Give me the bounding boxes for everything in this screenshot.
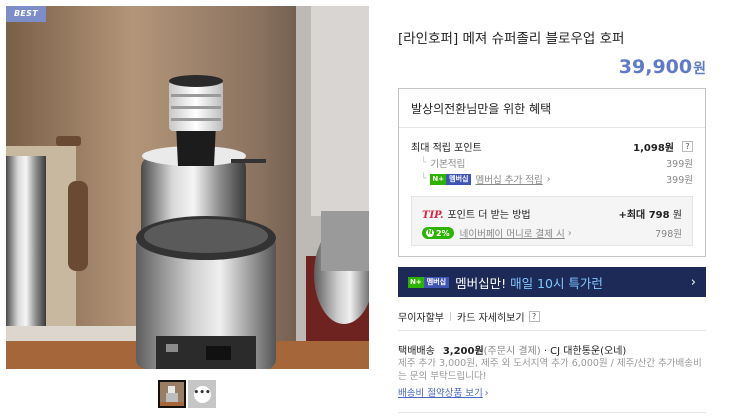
shipping-label: 택배배송 (398, 346, 435, 357)
shipping-fee: 3,200원 (442, 346, 484, 357)
divider (450, 312, 451, 321)
product-price: 39,900원 (619, 56, 706, 78)
thumbnail-photo[interactable] (158, 380, 186, 408)
benefits-panel: 발상의전환님만을 위한 혜택 최대 적립 포인트 1,098원? └ 기본적립 3… (398, 88, 706, 257)
max-points-row: 최대 적립 포인트 1,098원? (411, 139, 693, 154)
shipping-row: 택배배송 3,200원(주문시 결제) · CJ 대한통운(오네) (398, 342, 626, 357)
thumbnail-image (160, 382, 184, 406)
benefits-header: 발상의전환님만을 위한 혜택 (399, 89, 705, 128)
shipping-note: 제주 추가 3,000원, 제주 외 도서지역 추가 6,000원 / 제주/산… (398, 358, 702, 382)
product-main-image[interactable]: BEST (6, 6, 369, 369)
npay-money-link[interactable]: 네이버페이 머니로 결제 시 (460, 226, 565, 240)
npay-value: 798원 (655, 229, 682, 240)
chevron-right-icon: › (564, 227, 572, 239)
best-badge: BEST (6, 6, 46, 22)
basic-points-label: 기본적립 (430, 159, 466, 170)
tree-branch-icon: └ (421, 174, 427, 184)
thumbnail-strip: ••• (158, 380, 216, 408)
thumbnail-video[interactable]: ••• (188, 380, 216, 408)
product-title: [라인호퍼] 메져 슈퍼졸리 블로우업 호퍼 (398, 31, 625, 47)
section-divider (398, 330, 706, 331)
tip-box: TIP. 포인트 더 받는 방법 +최대 798 원 N 2% 네이버페이 머니로 … (411, 196, 693, 246)
product-photo (6, 6, 369, 369)
tip-mark: TIP. (422, 210, 444, 221)
max-points-value: 1,098원 (633, 143, 674, 154)
tip-value: +최대 798 (618, 210, 670, 221)
interest-free-label: 무이자할부 (398, 313, 444, 324)
naver-plus-membership-badge: N+ 멤버십 (408, 276, 450, 288)
card-details-link[interactable]: 카드 자세히보기 (457, 309, 525, 324)
max-points-label: 최대 적립 포인트 (411, 143, 482, 154)
banner-text: 멤버십만! (455, 275, 507, 291)
help-icon[interactable]: ? (682, 141, 693, 152)
naver-plus-membership-badge: N+ 멤버십 (430, 173, 472, 185)
chevron-right-icon: › (546, 173, 551, 185)
section-divider (398, 412, 706, 413)
card-benefits-row: 무이자할부 카드 자세히보기 ? (398, 309, 540, 324)
price-currency: 원 (693, 61, 706, 77)
tip-label: 포인트 더 받는 방법 (447, 210, 531, 221)
shipping-carrier: · CJ 대한통운(오네) (543, 346, 627, 357)
help-icon[interactable]: ? (528, 311, 540, 322)
shipping-pay-when: (주문시 결제) (483, 346, 541, 357)
tip-unit: 원 (672, 210, 682, 221)
membership-banner[interactable]: N+ 멤버십 멤버십만! 매일 10시 특가런 › (398, 267, 706, 297)
tree-branch-icon: └ (421, 158, 427, 168)
basic-points-row: └ 기본적립 399원 (421, 156, 693, 170)
npay-percent-badge: N 2% (422, 227, 454, 239)
shipping-savings-link[interactable]: 배송비 절약상품 보기 › (398, 385, 489, 399)
banner-highlight: 매일 10시 특가런 (510, 275, 603, 291)
ellipsis-icon: ••• (193, 385, 211, 403)
tip-row: TIP. 포인트 더 받는 방법 +최대 798 원 (422, 206, 682, 221)
membership-points-value: 399원 (666, 175, 693, 186)
price-value: 39,900 (618, 56, 693, 78)
basic-points-value: 399원 (666, 159, 693, 170)
npay-row[interactable]: N 2% 네이버페이 머니로 결제 시 › 798원 (422, 226, 682, 240)
chevron-right-icon: › (690, 274, 696, 290)
membership-extra-link[interactable]: 멤버십 추가 적립 (475, 172, 542, 186)
shipping-savings-label: 배송비 절약상품 보기 (398, 388, 483, 399)
npay-icon: N (426, 229, 434, 237)
membership-points-row[interactable]: └ N+ 멤버십 멤버십 추가 적립 › 399원 (421, 172, 693, 186)
chevron-right-icon: › (484, 388, 489, 399)
